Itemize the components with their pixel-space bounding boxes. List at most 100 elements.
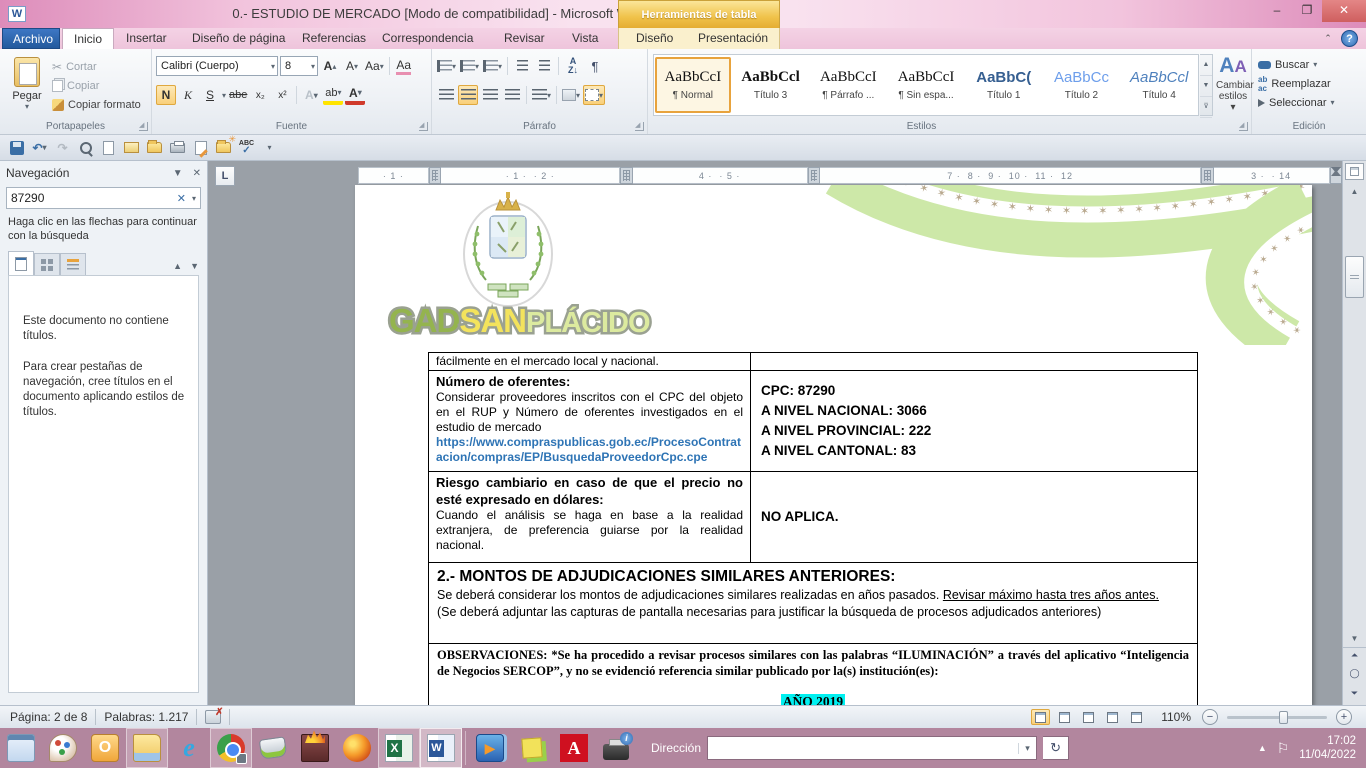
line-spacing-button[interactable]: ▾ <box>531 85 552 105</box>
gallery-up-icon[interactable]: ▲ <box>1200 55 1212 76</box>
font-name-combo[interactable]: Calibri (Cuerpo)▾ <box>156 56 278 76</box>
cut-button[interactable]: ✂ Cortar <box>52 57 141 76</box>
underline-button[interactable]: S <box>200 85 220 105</box>
previous-page-icon[interactable]: ⏶ <box>1347 650 1362 661</box>
paste-dropdown-icon[interactable]: ▾ <box>6 102 48 111</box>
select-browse-object-icon[interactable]: ◯ <box>1347 668 1362 679</box>
minimize-button[interactable]: – <box>1262 0 1292 22</box>
style-sin-espaciado[interactable]: AaBbCcI ¶ Sin espa... <box>888 57 964 113</box>
undo-icon[interactable]: ↶▾ <box>31 139 48 156</box>
table-column-marker[interactable] <box>429 167 442 184</box>
change-case-button[interactable]: Aa▾ <box>364 56 385 76</box>
page-indicator[interactable]: Página: 2 de 8 <box>10 710 87 724</box>
style-parrafo[interactable]: AaBbCcI ¶ Párrafo ... <box>810 57 886 113</box>
taskbar-word[interactable] <box>420 728 462 768</box>
gallery-down-icon[interactable]: ▼ <box>1200 76 1212 97</box>
tab-revisar[interactable]: Revisar <box>494 28 555 49</box>
sort-button[interactable]: AZ↓ <box>563 56 583 76</box>
print-preview-icon[interactable] <box>77 139 94 156</box>
hidden-icons-chevron[interactable]: ▲ <box>1258 743 1267 753</box>
word-count[interactable]: Palabras: 1.217 <box>104 710 188 724</box>
strikethrough-button[interactable]: abe <box>228 85 248 105</box>
previous-result-icon[interactable]: ▲ <box>173 261 182 271</box>
zoom-slider[interactable] <box>1227 716 1327 719</box>
outline-view-button[interactable] <box>1103 709 1122 725</box>
search-options-icon[interactable]: ▾ <box>192 194 196 203</box>
clear-formatting-button[interactable]: Aa <box>394 56 414 76</box>
new-document-icon[interactable] <box>100 139 117 156</box>
vertical-scrollbar[interactable]: ▲ ▼ ⏶ ◯ ⏷ <box>1342 161 1366 705</box>
style-titulo3[interactable]: AaBbCcl Título 3 <box>733 57 809 113</box>
select-button[interactable]: Seleccionar▾ <box>1252 93 1366 112</box>
grow-font-button[interactable]: A▴ <box>320 56 340 76</box>
open-icon[interactable] <box>146 139 163 156</box>
navpane-menu-icon[interactable]: ▼ <box>173 168 183 179</box>
numbering-button[interactable]: ▾ <box>459 56 480 76</box>
taskbar-drafting-app[interactable]: A <box>553 728 595 768</box>
horizontal-ruler[interactable]: · 1 · · 1 · · 2 · 4 · · 5 · 7 · 8 · 9 · … <box>358 166 1342 185</box>
style-titulo2[interactable]: AaBbCc Título 2 <box>1044 57 1120 113</box>
indent-marker[interactable] <box>1330 167 1342 184</box>
style-normal[interactable]: AaBbCcI ¶ Normal <box>655 57 731 113</box>
zoom-in-button[interactable]: + <box>1336 709 1352 725</box>
zoom-out-button[interactable]: − <box>1202 709 1218 725</box>
style-titulo1[interactable]: AaBbC( Título 1 <box>966 57 1042 113</box>
scroll-down-icon[interactable]: ▼ <box>1347 634 1362 643</box>
subscript-button[interactable]: x₂ <box>250 85 270 105</box>
print-layout-view-button[interactable] <box>1031 709 1050 725</box>
clear-search-icon[interactable]: ✕ <box>177 192 186 205</box>
align-left-button[interactable] <box>436 85 456 105</box>
align-center-button[interactable] <box>458 85 478 105</box>
replace-button[interactable]: abac Reemplazar <box>1252 74 1366 93</box>
scrollbar-thumb[interactable] <box>1345 256 1364 298</box>
navigation-search-box[interactable]: ✕ ▾ <box>6 187 201 209</box>
taskbar-scanner[interactable] <box>252 728 294 768</box>
tab-presentacion-tabla[interactable]: Presentación <box>688 28 778 49</box>
table-column-marker[interactable] <box>808 167 821 184</box>
draft-view-button[interactable] <box>1127 709 1146 725</box>
dialog-launcher-portapapeles[interactable]: ◢ <box>139 122 148 131</box>
quick-print-icon[interactable] <box>169 139 186 156</box>
multilevel-list-button[interactable]: ▾ <box>482 56 503 76</box>
search-input[interactable] <box>11 191 177 205</box>
address-input[interactable]: ▾ <box>707 736 1037 760</box>
format-painter-button[interactable]: Copiar formato <box>52 95 141 114</box>
taskbar-sticky-notes[interactable] <box>511 728 553 768</box>
table-column-marker[interactable] <box>1201 167 1214 184</box>
scroll-up-icon[interactable]: ▲ <box>1347 187 1362 196</box>
folder-special-icon[interactable] <box>215 139 232 156</box>
minimize-ribbon-icon[interactable]: ⌃ <box>1320 31 1336 46</box>
copy-button[interactable]: Copiar <box>52 76 141 95</box>
tab-stop-selector[interactable]: L <box>215 166 235 186</box>
dialog-launcher-estilos[interactable]: ◢ <box>1239 122 1248 131</box>
tab-insertar[interactable]: Insertar <box>116 28 177 49</box>
navpane-close-icon[interactable]: ✕ <box>193 168 201 179</box>
address-dropdown-icon[interactable]: ▾ <box>1018 743 1036 754</box>
restore-button[interactable]: ❐ <box>1292 0 1322 22</box>
style-titulo4[interactable]: AaBbCcl Título 4 <box>1121 57 1197 113</box>
paste-button[interactable]: Pegar ▾ <box>6 55 48 123</box>
shading-button[interactable]: ▾ <box>561 85 581 105</box>
borders-button[interactable]: ▾ <box>583 85 605 105</box>
tab-referencias[interactable]: Referencias <box>292 28 376 49</box>
taskbar-printer[interactable]: i <box>595 728 637 768</box>
navtab-results[interactable] <box>60 253 86 275</box>
italic-button[interactable]: K <box>178 85 198 105</box>
table-column-marker[interactable] <box>620 167 633 184</box>
taskbar-excel[interactable] <box>378 728 420 768</box>
fullscreen-reading-view-button[interactable] <box>1055 709 1074 725</box>
redo-icon[interactable]: ↷ <box>54 139 71 156</box>
tab-diseno-tabla[interactable]: Diseño <box>626 28 683 49</box>
web-layout-view-button[interactable] <box>1079 709 1098 725</box>
align-right-button[interactable] <box>480 85 500 105</box>
document-page[interactable]: ✶✶✶✶✶✶✶✶✶✶✶✶✶✶✶✶✶✶✶✶✶✶✶✶✶✶✶✶ ✶✶✶✶✶✶✶✶✶✶✶… <box>355 185 1312 705</box>
taskbar-file-explorer[interactable] <box>126 728 168 768</box>
taskbar-chrome[interactable] <box>210 728 252 768</box>
bullets-button[interactable]: ▾ <box>436 56 457 76</box>
highlight-color-button[interactable]: ab▾ <box>323 85 343 105</box>
dialog-launcher-fuente[interactable]: ◢ <box>419 122 428 131</box>
customize-qat-icon[interactable]: ▾ <box>261 139 278 156</box>
tab-archivo[interactable]: Archivo <box>2 28 60 49</box>
taskbar-outlook[interactable]: O <box>84 728 126 768</box>
gallery-more-icon[interactable]: ⊽ <box>1200 97 1212 118</box>
